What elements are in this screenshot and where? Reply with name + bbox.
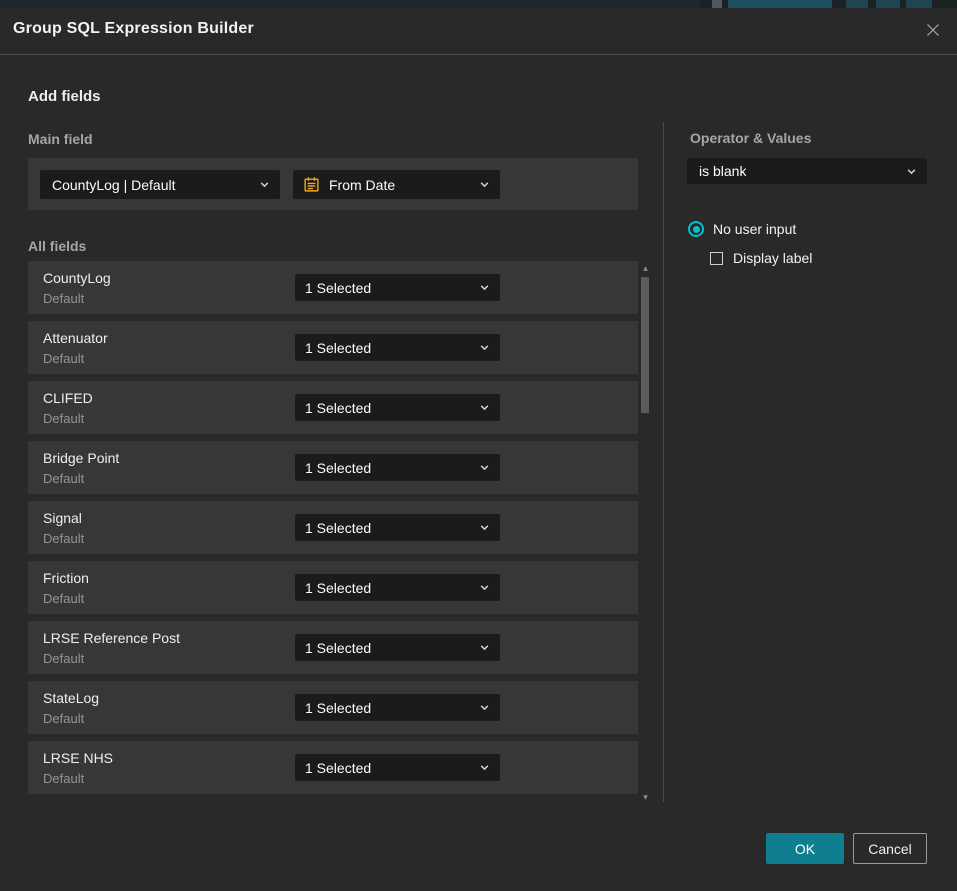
- field-name: LRSE NHS: [43, 750, 113, 766]
- operator-dropdown[interactable]: is blank: [687, 158, 927, 184]
- chevron-down-icon: [479, 522, 490, 533]
- field-name: Friction: [43, 570, 89, 586]
- field-selection-dropdown[interactable]: 1 Selected: [295, 754, 500, 781]
- chevron-down-icon: [479, 282, 490, 293]
- dropdown-value: 1 Selected: [305, 400, 371, 416]
- field-selection-dropdown[interactable]: 1 Selected: [295, 274, 500, 301]
- field-selection-dropdown[interactable]: 1 Selected: [295, 334, 500, 361]
- screen: Group SQL Expression Builder Add fields …: [0, 0, 957, 891]
- field-row: Friction Default 1 Selected: [28, 561, 638, 614]
- vertical-divider: [663, 122, 664, 802]
- group-sql-expression-builder-dialog: Group SQL Expression Builder Add fields …: [0, 8, 957, 891]
- field-subtitle: Default: [43, 711, 84, 726]
- chevron-down-icon: [479, 179, 490, 190]
- chevron-down-icon: [479, 762, 490, 773]
- all-fields-list: CountyLog Default 1 Selected Attenuator …: [28, 261, 638, 794]
- field-subtitle: Default: [43, 471, 84, 486]
- display-label-checkbox[interactable]: [710, 252, 723, 265]
- field-selection-dropdown[interactable]: 1 Selected: [295, 574, 500, 601]
- field-name: LRSE Reference Post: [43, 630, 180, 646]
- chevron-down-icon: [479, 342, 490, 353]
- background-app-fragment: [712, 0, 722, 8]
- field-row: CLIFED Default 1 Selected: [28, 381, 638, 434]
- cancel-button[interactable]: Cancel: [853, 833, 927, 864]
- field-name: StateLog: [43, 690, 99, 706]
- dropdown-value: 1 Selected: [305, 460, 371, 476]
- all-fields-label: All fields: [28, 238, 86, 254]
- no-user-input-radio[interactable]: [688, 221, 704, 237]
- display-label-option[interactable]: Display label: [710, 250, 812, 266]
- field-row: LRSE NHS Default 1 Selected: [28, 741, 638, 794]
- main-field-label: Main field: [28, 131, 93, 147]
- operator-values-label: Operator & Values: [690, 130, 811, 146]
- dropdown-value: From Date: [329, 177, 395, 193]
- ok-button[interactable]: OK: [766, 833, 844, 864]
- field-name: CountyLog: [43, 270, 111, 286]
- field-selection-dropdown[interactable]: 1 Selected: [295, 454, 500, 481]
- field-name: CLIFED: [43, 390, 93, 406]
- background-app-fragment: [728, 0, 832, 8]
- dialog-title-bar: Group SQL Expression Builder: [0, 8, 957, 55]
- scroll-up-arrow[interactable]: ▴: [639, 263, 652, 273]
- chevron-down-icon: [479, 462, 490, 473]
- field-row: StateLog Default 1 Selected: [28, 681, 638, 734]
- field-subtitle: Default: [43, 591, 84, 606]
- field-subtitle: Default: [43, 651, 84, 666]
- field-row: Signal Default 1 Selected: [28, 501, 638, 554]
- field-name: Bridge Point: [43, 450, 119, 466]
- field-selection-dropdown[interactable]: 1 Selected: [295, 394, 500, 421]
- dropdown-value: 1 Selected: [305, 700, 371, 716]
- dropdown-value: is blank: [699, 163, 746, 179]
- chevron-down-icon: [479, 702, 490, 713]
- main-field-source-dropdown[interactable]: CountyLog | Default: [40, 170, 280, 199]
- dropdown-value: 1 Selected: [305, 640, 371, 656]
- chevron-down-icon: [479, 642, 490, 653]
- chevron-down-icon: [259, 179, 270, 190]
- field-row: LRSE Reference Post Default 1 Selected: [28, 621, 638, 674]
- chevron-down-icon: [479, 582, 490, 593]
- field-row: Attenuator Default 1 Selected: [28, 321, 638, 374]
- field-row: CountyLog Default 1 Selected: [28, 261, 638, 314]
- no-user-input-option[interactable]: No user input: [688, 221, 796, 237]
- scrollbar-thumb[interactable]: [641, 277, 649, 413]
- dropdown-value: 1 Selected: [305, 520, 371, 536]
- main-field-field-dropdown[interactable]: From Date: [293, 170, 500, 199]
- no-user-input-label: No user input: [713, 221, 796, 237]
- dropdown-value: 1 Selected: [305, 580, 371, 596]
- chevron-down-icon: [479, 402, 490, 413]
- calendar-icon: [303, 176, 320, 193]
- field-subtitle: Default: [43, 411, 84, 426]
- field-selection-dropdown[interactable]: 1 Selected: [295, 694, 500, 721]
- background-app-fragment: [876, 0, 900, 8]
- add-fields-heading: Add fields: [28, 88, 101, 105]
- field-selection-dropdown[interactable]: 1 Selected: [295, 634, 500, 661]
- field-subtitle: Default: [43, 351, 84, 366]
- field-subtitle: Default: [43, 291, 84, 306]
- display-label-label: Display label: [733, 250, 812, 266]
- field-subtitle: Default: [43, 771, 84, 786]
- chevron-down-icon: [906, 166, 917, 177]
- dropdown-value: CountyLog | Default: [52, 177, 176, 193]
- dialog-title: Group SQL Expression Builder: [13, 20, 254, 38]
- radio-dot: [693, 226, 700, 233]
- dropdown-value: 1 Selected: [305, 760, 371, 776]
- field-subtitle: Default: [43, 531, 84, 546]
- close-icon: [925, 22, 941, 41]
- background-app-fragment: [846, 0, 868, 8]
- dropdown-value: 1 Selected: [305, 340, 371, 356]
- field-name: Attenuator: [43, 330, 108, 346]
- background-app-fragment: [906, 0, 932, 8]
- dropdown-value: 1 Selected: [305, 280, 371, 296]
- field-name: Signal: [43, 510, 82, 526]
- background-app-strip: [0, 0, 957, 8]
- scrollbar[interactable]: ▴ ▾: [639, 259, 652, 802]
- field-row: Bridge Point Default 1 Selected: [28, 441, 638, 494]
- main-field-panel: CountyLog | Default From Date: [28, 158, 638, 210]
- field-selection-dropdown[interactable]: 1 Selected: [295, 514, 500, 541]
- close-button[interactable]: [923, 21, 943, 41]
- scroll-down-arrow[interactable]: ▾: [639, 792, 652, 802]
